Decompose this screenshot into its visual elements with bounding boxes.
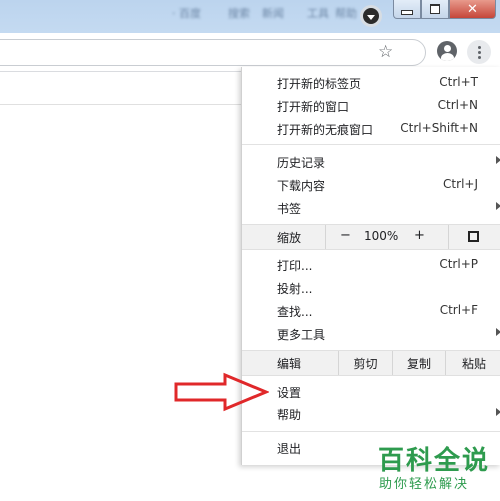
menu-item-label: 更多工具 [277, 328, 326, 342]
menu-item-label: 打开新的窗口 [277, 100, 350, 114]
copy-label: 复制 [406, 356, 431, 371]
submenu-arrow-icon [496, 202, 500, 210]
menu-item-shortcut: Ctrl+T [439, 75, 478, 89]
close-button[interactable]: ✕ [449, 0, 496, 19]
blurred-tab-text: 帮助 [335, 7, 357, 20]
menu-item-shortcut: Ctrl+J [443, 177, 478, 191]
menu-item-label: 打印... [277, 259, 313, 273]
fullscreen-icon [468, 231, 479, 242]
watermark-subtitle: 助你轻松解决 [379, 477, 470, 492]
star-icon[interactable]: ☆ [378, 42, 393, 62]
minimize-icon [401, 9, 413, 15]
blurred-tab-text: 搜索 [228, 7, 250, 20]
blurred-tab-text: · 百度 [172, 7, 201, 20]
edit-row: 编辑 剪切 复制 粘贴 [242, 350, 500, 376]
menu-item-label: 查找... [277, 305, 313, 319]
address-bar[interactable]: ☆ [0, 39, 426, 66]
copy-button[interactable]: 复制 [392, 351, 445, 375]
fullscreen-button[interactable] [448, 225, 500, 249]
close-icon: ✕ [467, 1, 478, 17]
chrome-main-menu: 打开新的标签页 Ctrl+T 打开新的窗口 Ctrl+N 打开新的无痕窗口 Ct… [241, 67, 500, 465]
menu-item-shortcut: Ctrl+P [439, 257, 478, 271]
menu-item-label: 下载内容 [277, 179, 326, 193]
menu-item-shortcut: Ctrl+F [439, 303, 478, 317]
blurred-tab-text: 新闻 [262, 7, 284, 20]
zoom-row: 缩放 − 100% + [242, 224, 500, 250]
menu-item-label: 书签 [277, 202, 302, 216]
red-arrow-annotation-icon [174, 372, 269, 412]
chevron-down-icon [363, 8, 379, 24]
menu-divider [242, 144, 500, 145]
restore-icon [430, 4, 440, 14]
blurred-tab-text: 工具 [307, 7, 329, 20]
menu-item-label: 帮助 [277, 408, 302, 422]
tab-search-button[interactable] [360, 5, 382, 27]
more-menu-button[interactable] [467, 40, 491, 64]
menu-divider [242, 431, 500, 432]
paste-label: 粘贴 [461, 356, 486, 371]
watermark: 百科全说 助你轻松解决 [370, 440, 500, 501]
cut-label: 剪切 [353, 356, 378, 371]
menu-item-downloads[interactable]: 下载内容 Ctrl+J [242, 174, 500, 196]
zoom-label: 缩放 [277, 231, 302, 245]
submenu-arrow-icon [496, 408, 500, 416]
menu-item-shortcut: Ctrl+Shift+N [400, 121, 478, 135]
menu-item-find[interactable]: 查找... Ctrl+F [242, 300, 500, 322]
paste-button[interactable]: 粘贴 [445, 351, 500, 375]
menu-item-new-window[interactable]: 打开新的窗口 Ctrl+N [242, 95, 500, 117]
profile-avatar-icon[interactable] [437, 41, 457, 61]
menu-item-bookmarks[interactable]: 书签 [242, 197, 500, 219]
divider [0, 104, 242, 105]
zoom-out-button[interactable]: − [340, 228, 351, 243]
menu-item-print[interactable]: 打印... Ctrl+P [242, 254, 500, 276]
menu-item-settings[interactable]: 设置 [242, 381, 500, 403]
menu-item-label: 投射... [277, 282, 313, 296]
menu-item-new-tab[interactable]: 打开新的标签页 Ctrl+T [242, 72, 500, 94]
menu-item-label: 设置 [277, 386, 302, 400]
window-controls: ✕ [393, 0, 496, 20]
menu-item-history[interactable]: 历史记录 [242, 151, 500, 173]
menu-item-new-incognito-window[interactable]: 打开新的无痕窗口 Ctrl+Shift+N [242, 118, 500, 140]
submenu-arrow-icon [496, 156, 500, 164]
menu-item-more-tools[interactable]: 更多工具 [242, 323, 500, 345]
menu-item-label: 打开新的无痕窗口 [277, 123, 374, 137]
zoom-level: 100% [364, 229, 399, 243]
menu-item-label: 打开新的标签页 [277, 77, 362, 91]
edit-label: 编辑 [277, 357, 302, 371]
zoom-in-button[interactable]: + [414, 228, 425, 243]
menu-item-cast[interactable]: 投射... [242, 277, 500, 299]
maximize-button[interactable] [421, 0, 449, 19]
menu-item-label: 退出 [277, 442, 302, 456]
watermark-title: 百科全说 [378, 446, 491, 476]
cut-button[interactable]: 剪切 [338, 351, 392, 375]
menu-item-label: 历史记录 [277, 156, 326, 170]
submenu-arrow-icon [496, 328, 500, 336]
title-bar: · 百度 搜索 新闻 工具 帮助 ✕ [0, 0, 500, 33]
menu-item-help[interactable]: 帮助 [242, 403, 500, 425]
menu-item-shortcut: Ctrl+N [437, 98, 478, 112]
minimize-button[interactable] [393, 0, 421, 19]
